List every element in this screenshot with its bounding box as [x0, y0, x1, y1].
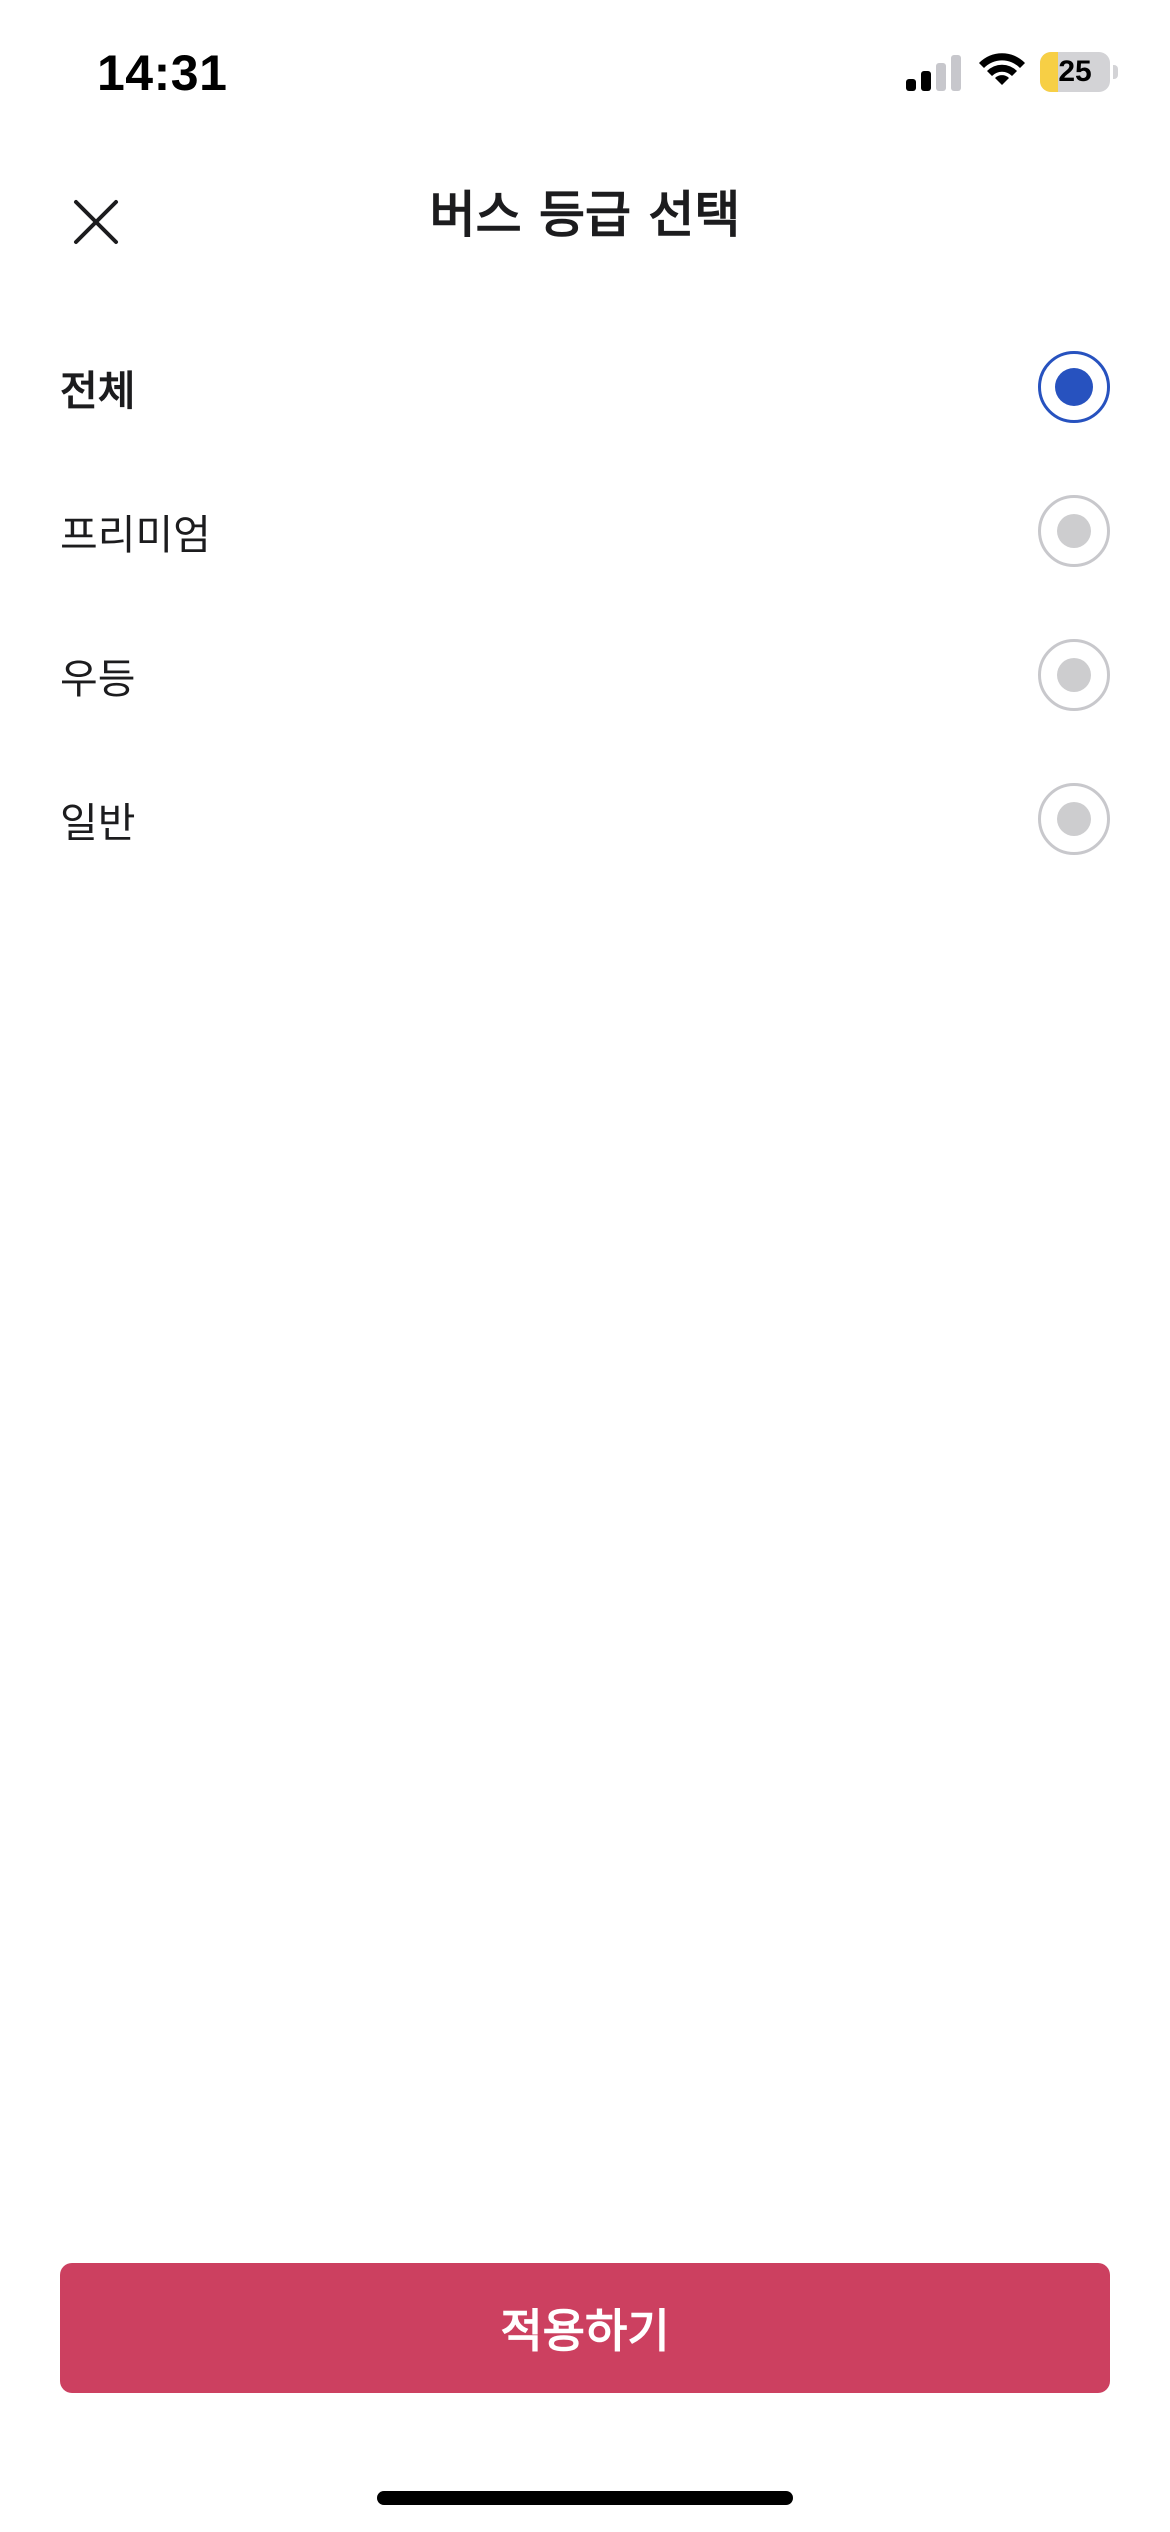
signal-bar	[906, 79, 916, 91]
radio-dot	[1057, 658, 1091, 692]
signal-bar	[951, 55, 961, 91]
option-label: 전체	[60, 367, 136, 415]
radio-dot	[1057, 802, 1091, 836]
battery-nub	[1113, 65, 1118, 79]
option-row-all[interactable]: 전체	[0, 315, 1170, 459]
signal-bar	[921, 71, 931, 91]
home-indicator	[377, 2491, 793, 2505]
radio-button[interactable]	[1038, 639, 1110, 711]
battery-icon: 25	[1040, 52, 1118, 92]
bus-grade-options: 전체 프리미엄 우등 일반	[0, 315, 1170, 891]
option-label: 일반	[60, 799, 136, 847]
radio-button[interactable]	[1038, 351, 1110, 423]
radio-button[interactable]	[1038, 783, 1110, 855]
signal-icon	[906, 55, 961, 91]
radio-dot	[1055, 368, 1093, 406]
option-row-standard[interactable]: 일반	[0, 747, 1170, 891]
option-label: 프리미엄	[60, 511, 211, 559]
close-icon	[74, 200, 118, 244]
status-time: 14:31	[97, 45, 228, 101]
page-title: 버스 등급 선택	[429, 186, 741, 244]
radio-button[interactable]	[1038, 495, 1110, 567]
status-bar: 14:31 25	[0, 0, 1170, 150]
option-label: 우등	[60, 655, 136, 703]
option-row-deluxe[interactable]: 우등	[0, 603, 1170, 747]
apply-button[interactable]: 적용하기	[60, 2263, 1110, 2393]
signal-bar	[936, 63, 946, 91]
close-button[interactable]	[56, 182, 136, 262]
radio-dot	[1057, 514, 1091, 548]
header: 버스 등급 선택	[0, 160, 1170, 270]
battery-level: 25	[1058, 55, 1092, 88]
wifi-icon	[979, 53, 1025, 85]
option-row-premium[interactable]: 프리미엄	[0, 459, 1170, 603]
